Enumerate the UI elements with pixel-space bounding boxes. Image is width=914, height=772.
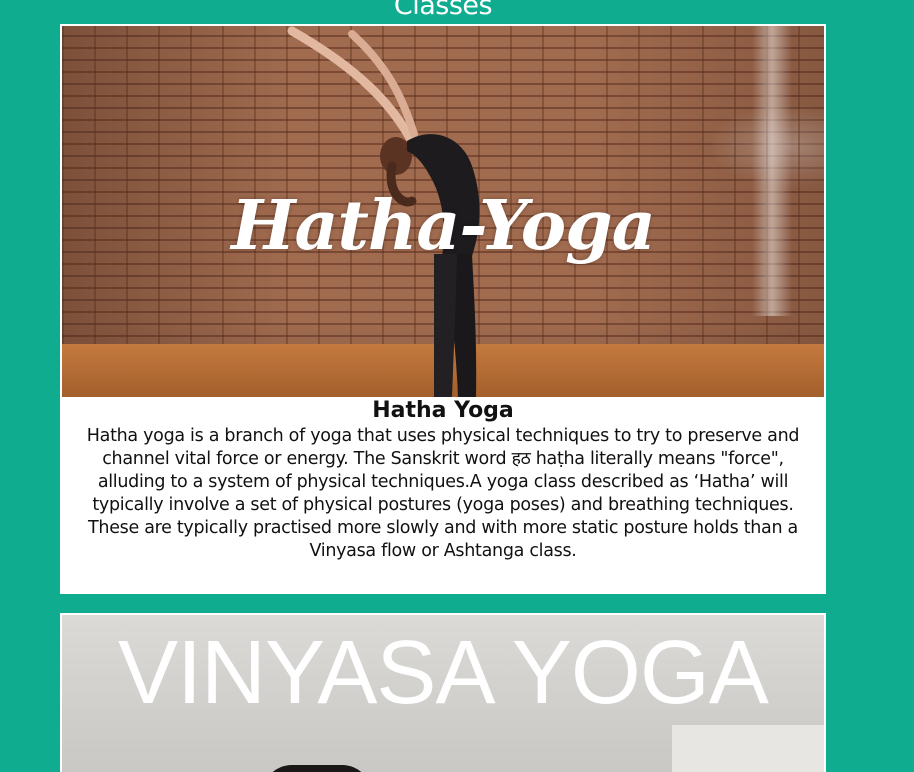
class-card-hatha: Hatha-Yoga Hatha Yoga Hatha yoga is a br…	[60, 24, 826, 594]
classes-page: Classes Hatha-Yoga Hatha Yoga Hatha yoga…	[0, 0, 914, 772]
class-title: Hatha Yoga	[372, 398, 514, 423]
vinyasa-yoga-image-caption: VINYASA YOGA	[118, 623, 769, 723]
vinyasa-background-wall	[672, 725, 824, 772]
vinyasa-yoga-image: VINYASA YOGA	[62, 615, 824, 772]
class-card-vinyasa: VINYASA YOGA	[60, 613, 826, 772]
hatha-yoga-image: Hatha-Yoga	[62, 26, 824, 397]
section-heading: Classes	[393, 0, 493, 21]
hatha-yoga-image-caption: Hatha-Yoga	[231, 186, 656, 266]
class-description: Hatha yoga is a branch of yoga that uses…	[86, 426, 800, 561]
vinyasa-figure-head	[262, 765, 372, 772]
